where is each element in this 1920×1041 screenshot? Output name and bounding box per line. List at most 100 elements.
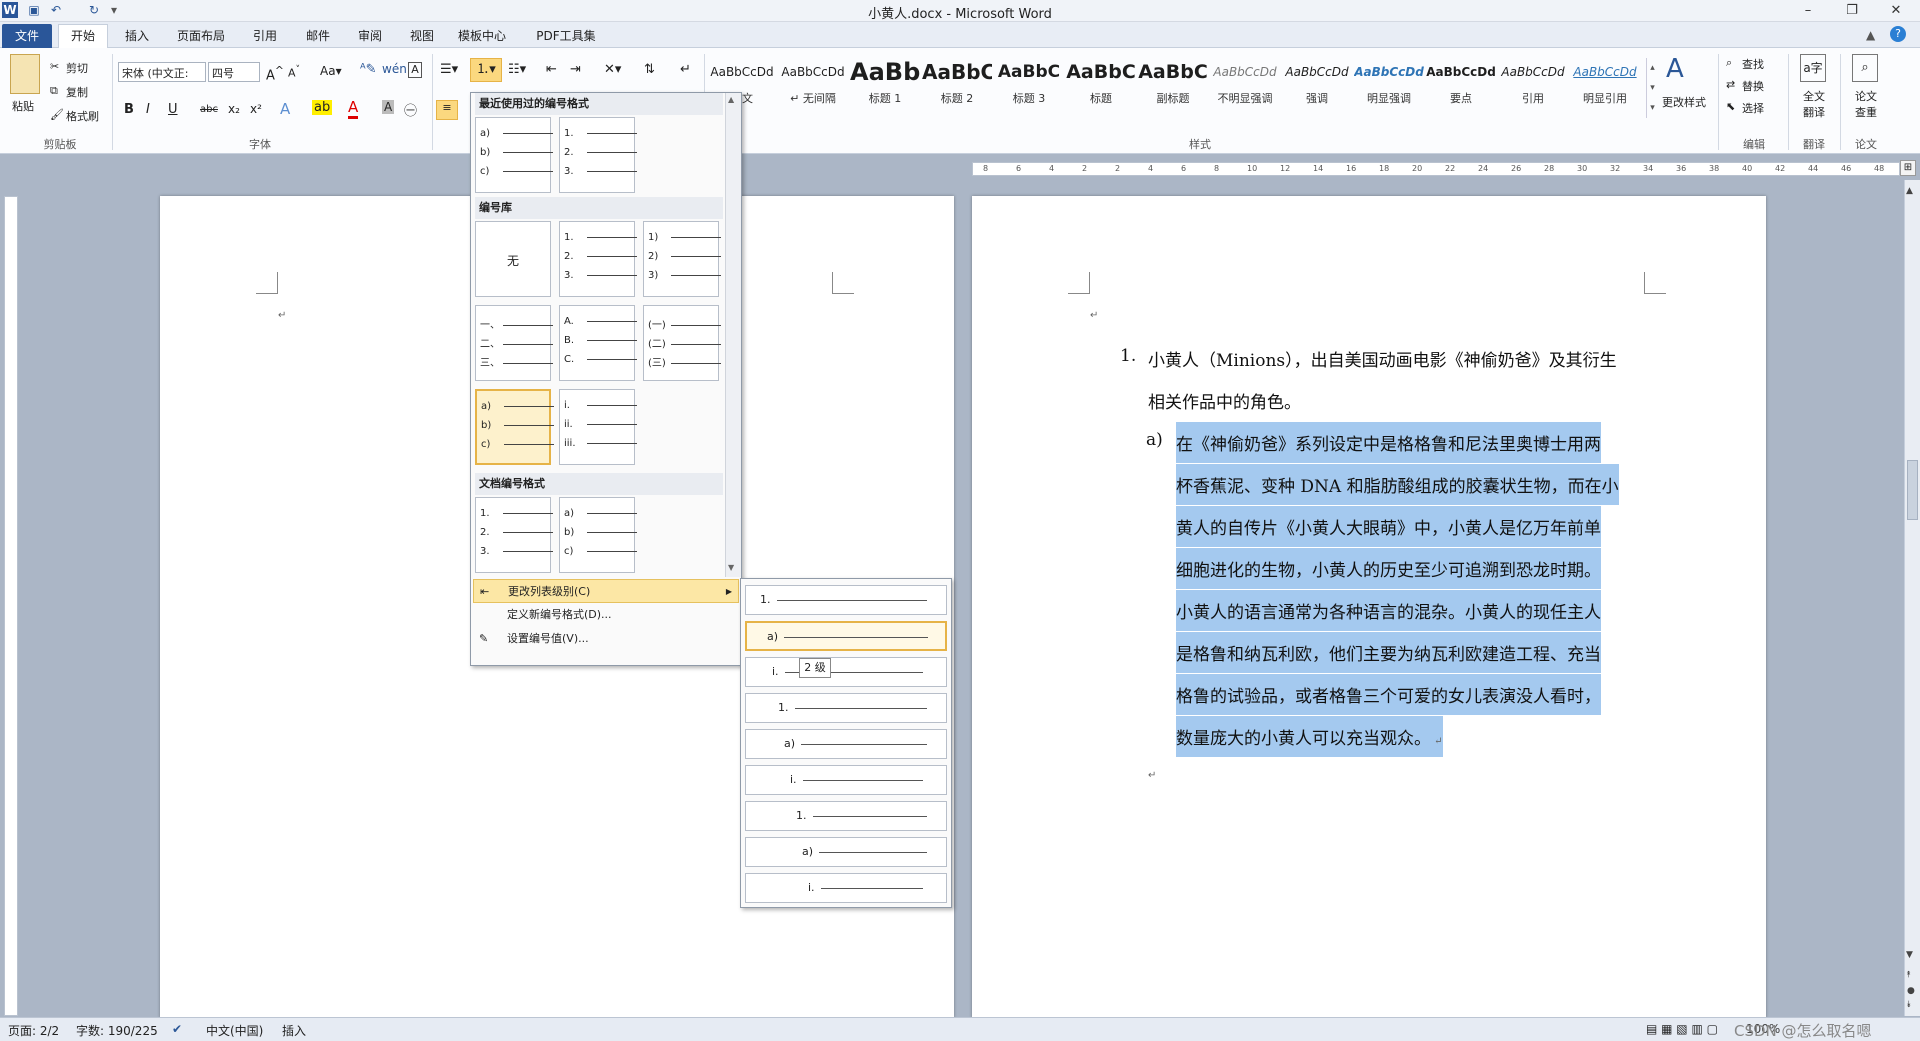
show-marks-icon[interactable]: ↵	[680, 62, 691, 77]
translate-icon[interactable]: a字	[1800, 54, 1826, 82]
font-color-icon[interactable]: A	[348, 98, 359, 119]
full-translate-button[interactable]: 全文翻译	[1798, 88, 1830, 120]
tab-home[interactable]: 开始	[58, 24, 108, 48]
char-border-icon[interactable]: A	[408, 62, 422, 78]
document-format-tile[interactable]: a) b) c)	[559, 497, 637, 573]
selected-text-line[interactable]: 数量庞大的小黄人可以充当观众。 ↵	[1176, 716, 1443, 757]
insert-mode[interactable]: 插入	[282, 1022, 306, 1039]
format-painter-button[interactable]: 格式刷	[66, 108, 99, 124]
vertical-scrollbar[interactable]: ▲ ▼ ⯭ ● ⯯	[1904, 180, 1920, 1016]
library-format-tile[interactable]: (一) (二) (三)	[643, 305, 721, 381]
style-quote[interactable]: AaBbCcDd 引用	[1498, 54, 1568, 118]
selected-text-line[interactable]: 细胞进化的生物，小黄人的历史至少可追溯到恐龙时期。	[1176, 548, 1601, 589]
view-ruler-icon[interactable]: ⊞	[1900, 160, 1916, 176]
page-2[interactable]: ↵ 1. 小黄人（Minions），出自美国动画电影《神偷奶爸》及其衍生 相关作…	[972, 196, 1766, 1018]
style-no-spacing[interactable]: AaBbCcDd ↵ 无间隔	[778, 54, 848, 118]
change-case-icon[interactable]: Aa▾	[320, 64, 342, 78]
italic-icon[interactable]: I	[146, 102, 150, 117]
next-page-icon[interactable]: ⯯	[1906, 1000, 1911, 1010]
style-subtle-emphasis[interactable]: AaBbCcDd 不明显强调	[1210, 54, 1280, 118]
find-button[interactable]: 查找	[1742, 56, 1764, 72]
text-effects-icon[interactable]: A	[280, 100, 290, 118]
copy-icon[interactable]: ⧉	[50, 84, 58, 98]
superscript-icon[interactable]: x²	[250, 102, 262, 116]
increase-indent-icon[interactable]: ⇥	[570, 62, 581, 77]
chinese-layout-icon[interactable]: ✕▾	[604, 62, 621, 77]
list-level-1[interactable]: 1.	[745, 585, 947, 615]
clear-format-icon[interactable]: ᴬ✎	[360, 62, 377, 77]
styles-scroll-icon[interactable]: ▴ ▾ ▾	[1646, 58, 1658, 118]
list-level-5[interactable]: a)	[745, 729, 947, 759]
scroll-down-icon[interactable]: ▼	[728, 563, 734, 572]
paste-icon[interactable]	[10, 54, 40, 94]
list-level-3[interactable]: i.	[745, 657, 947, 687]
change-styles-button[interactable]: 更改样式	[1662, 94, 1706, 110]
bold-icon[interactable]: B	[124, 102, 134, 117]
align-left-icon[interactable]: ≡	[436, 100, 458, 120]
style-title[interactable]: AaBbC 标题	[1066, 54, 1136, 118]
find-icon[interactable]: ⌕	[1726, 56, 1732, 70]
scroll-up-icon[interactable]: ▲	[1906, 186, 1913, 196]
list-level-4[interactable]: 1.	[745, 693, 947, 723]
select-button[interactable]: 选择	[1742, 100, 1764, 116]
browse-object-icon[interactable]: ●	[1907, 986, 1915, 996]
list-level-2[interactable]: a)	[745, 621, 947, 651]
library-format-tile[interactable]: 1. 2. 3.	[559, 221, 637, 297]
word-count[interactable]: 字数: 190/225	[76, 1022, 158, 1039]
style-heading3[interactable]: AaBbC 标题 3	[994, 54, 1064, 118]
view-layout-icons[interactable]: ▤ ▦ ▧ ▥ ▢	[1646, 1022, 1718, 1036]
page-count[interactable]: 页面: 2/2	[8, 1022, 59, 1039]
prev-page-icon[interactable]: ⯭	[1906, 970, 1911, 980]
recent-format-tile[interactable]: 1. 2. 3.	[559, 117, 637, 193]
style-heading2[interactable]: AaBbC 标题 2	[922, 54, 992, 118]
list-level-7[interactable]: 1.	[745, 801, 947, 831]
define-new-format-menu-item[interactable]: 定义新编号格式(D)...	[473, 603, 739, 627]
tab-mailings[interactable]: 邮件	[296, 25, 340, 47]
change-list-level-menu-item[interactable]: ⇤ 更改列表级别(C) ▶	[473, 579, 739, 603]
underline-icon[interactable]: U	[168, 102, 178, 117]
minimize-button[interactable]: –	[1786, 0, 1830, 22]
scroll-up-icon[interactable]: ▲	[728, 95, 734, 104]
list-level-8[interactable]: a)	[745, 837, 947, 867]
selected-text-line[interactable]: 小黄人的语言通常为各种语言的混杂。小黄人的现任主人	[1176, 590, 1601, 631]
recent-format-tile[interactable]: a) b) c)	[475, 117, 553, 193]
replace-icon[interactable]: ⇄	[1726, 78, 1735, 91]
library-format-tile[interactable]: i. ii. iii.	[559, 389, 637, 465]
style-heading1[interactable]: AaBb 标题 1	[850, 54, 920, 118]
dropdown-scrollbar[interactable]: ▲ ▼	[725, 93, 741, 577]
style-intense-quote[interactable]: AaBbCcDd 明显引用	[1570, 54, 1640, 118]
list-item-text[interactable]: 小黄人（Minions），出自美国动画电影《神偷奶爸》及其衍生	[1148, 346, 1617, 371]
selected-text-line[interactable]: 格鲁的试验品，或者格鲁三个可爱的女儿表演没人看时，	[1176, 674, 1601, 715]
scroll-down-icon[interactable]: ▼	[1906, 950, 1913, 960]
library-format-tile[interactable]: 一、 二、 三、	[475, 305, 553, 381]
style-subtitle[interactable]: AaBbC 副标题	[1138, 54, 1208, 118]
cut-icon[interactable]: ✂	[50, 60, 59, 73]
format-painter-icon[interactable]: 🖌	[50, 108, 64, 121]
ribbon-minimize-icon[interactable]: ▲	[1866, 28, 1875, 42]
document-format-tile[interactable]: 1. 2. 3.	[475, 497, 553, 573]
tab-view[interactable]: 视图	[400, 25, 444, 47]
tab-insert[interactable]: 插入	[112, 25, 162, 47]
proofing-icon[interactable]: ✔	[172, 1022, 182, 1036]
subscript-icon[interactable]: x₂	[228, 102, 240, 116]
selected-text-line[interactable]: 在《神偷奶爸》系列设定中是格格鲁和尼法里奥博士用两	[1176, 422, 1601, 463]
language[interactable]: 中文(中国)	[206, 1022, 263, 1039]
selected-text-line[interactable]: 是格鲁和纳瓦利欧，他们主要为纳瓦利欧建造工程、充当	[1176, 632, 1601, 673]
tab-template-center[interactable]: 模板中心	[452, 25, 512, 47]
copy-button[interactable]: 复制	[66, 84, 88, 100]
thesis-check-button[interactable]: 论文查重	[1850, 88, 1882, 120]
strikethrough-icon[interactable]: abc	[200, 104, 218, 115]
set-numbering-value-menu-item[interactable]: ✎ 设置编号值(V)...	[473, 627, 739, 651]
library-format-tile-selected[interactable]: a) b) c)	[475, 389, 554, 465]
selected-text-line[interactable]: 杯香蕉泥、变种 DNA 和脂肪酸组成的胶囊状生物，而在小	[1176, 464, 1619, 505]
cut-button[interactable]: 剪切	[66, 60, 88, 76]
phonetic-guide-icon[interactable]: wén	[382, 62, 407, 76]
close-button[interactable]: ✕	[1874, 0, 1918, 22]
vertical-ruler[interactable]	[4, 196, 18, 1016]
style-intense-emphasis[interactable]: AaBbCcDd 明显强调	[1354, 54, 1424, 118]
shrink-font-icon[interactable]: A˅	[288, 64, 300, 80]
format-none-tile[interactable]: 无	[475, 221, 551, 297]
list-level-6[interactable]: i.	[745, 765, 947, 795]
font-name-select[interactable]: 宋体 (中文正:	[118, 62, 206, 82]
grow-font-icon[interactable]: A^	[266, 64, 284, 83]
